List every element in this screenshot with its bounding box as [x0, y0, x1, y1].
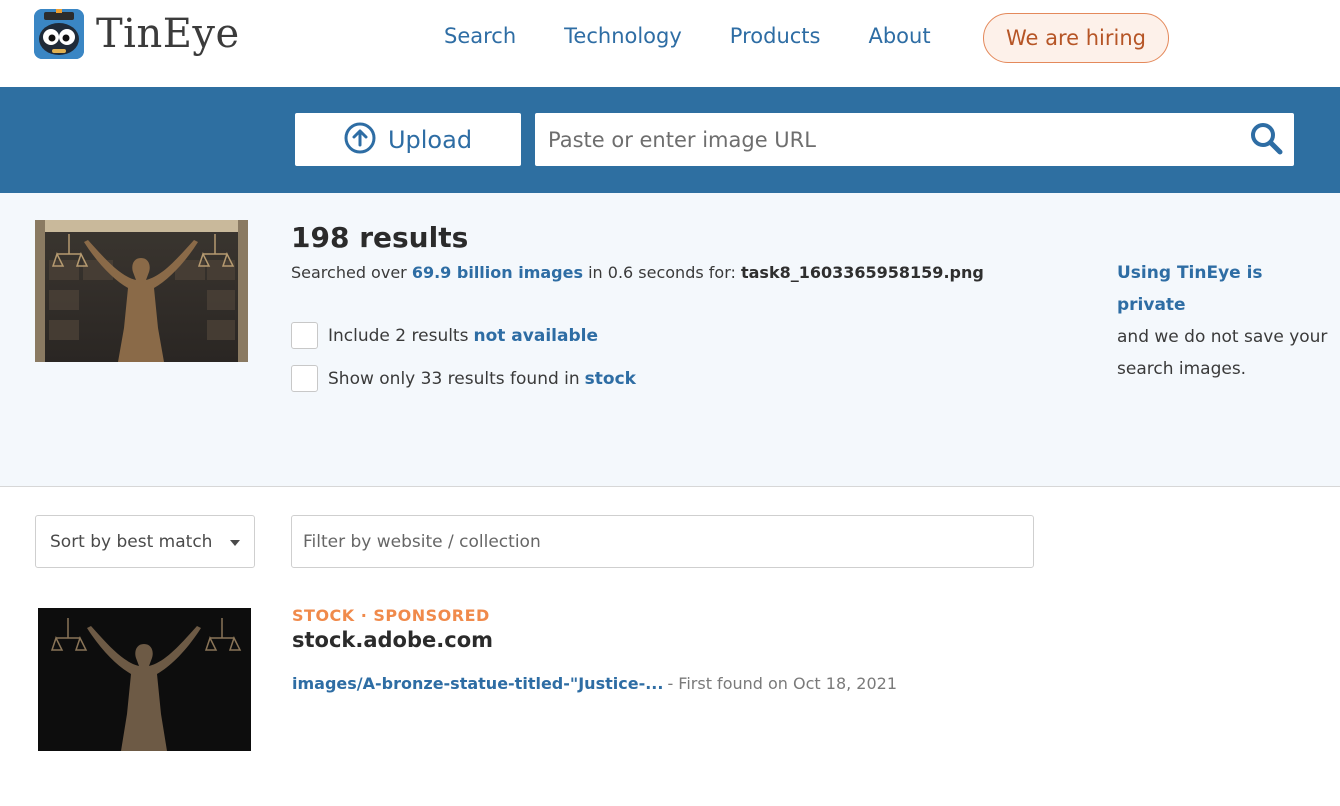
search-bar: Upload [0, 87, 1340, 193]
result-details: images/A-bronze-statue-titled-"Justice-.… [292, 674, 897, 693]
include-unavailable-checkbox[interactable] [291, 322, 318, 349]
results-count: 198 results [291, 221, 469, 254]
searched-prefix: Searched over [291, 263, 412, 282]
url-box [535, 113, 1294, 166]
upload-arrow-icon [344, 122, 376, 158]
privacy-note: Using TinEye is private and we do not sa… [1117, 257, 1332, 385]
chevron-down-icon [230, 540, 240, 546]
stock-link[interactable]: stock [585, 369, 636, 389]
nav-technology[interactable]: Technology [564, 24, 682, 48]
brand-name: TinEye [96, 11, 240, 57]
result-image-link[interactable]: images/A-bronze-statue-titled-"Justice-.… [292, 674, 663, 693]
results-summary: 198 results Searched over 69.9 billion i… [0, 193, 1340, 487]
upload-label: Upload [387, 125, 473, 154]
include-unavailable-row: Include 2 results not available [291, 322, 598, 349]
result-first-found: - First found on Oct 18, 2021 [667, 674, 898, 693]
query-image [35, 220, 248, 362]
stock-only-label: Show only 33 results found in [328, 368, 580, 389]
nav-products[interactable]: Products [730, 24, 821, 48]
filter-website-input[interactable] [292, 516, 1033, 567]
image-url-input[interactable] [535, 113, 1235, 166]
result-tags: STOCK · SPONSORED [292, 606, 490, 625]
hiring-button[interactable]: We are hiring [983, 13, 1169, 63]
stock-only-checkbox[interactable] [291, 365, 318, 392]
stock-only-row: Show only 33 results found in stock [291, 365, 636, 392]
privacy-text: and we do not save your search images. [1117, 327, 1328, 379]
main-nav: Search Technology Products About [444, 24, 979, 48]
result-domain[interactable]: stock.adobe.com [292, 628, 493, 652]
search-button[interactable] [1246, 121, 1286, 159]
filter-box [291, 515, 1034, 568]
site-header: TinEye Search Technology Products About … [0, 0, 1340, 87]
sort-label: Sort by best match [50, 531, 213, 552]
searched-mid: in 0.6 seconds for: [583, 263, 741, 282]
search-icon [1249, 121, 1283, 159]
logo[interactable]: TinEye [34, 9, 240, 59]
sort-dropdown[interactable]: Sort by best match [35, 515, 255, 568]
not-available-link[interactable]: not available [473, 326, 598, 346]
searched-info: Searched over 69.9 billion images in 0.6… [291, 263, 984, 282]
nav-about[interactable]: About [868, 24, 930, 48]
tineye-robot-logo-icon [34, 9, 84, 59]
result-thumbnail[interactable] [38, 608, 251, 751]
nav-search[interactable]: Search [444, 24, 516, 48]
upload-button[interactable]: Upload [295, 113, 521, 166]
search-filename: task8_1603365958159.png [740, 263, 984, 282]
billion-images-link[interactable]: 69.9 billion images [412, 263, 583, 282]
include-unavailable-label: Include 2 results [328, 325, 469, 346]
privacy-link[interactable]: Using TinEye is private [1117, 263, 1263, 315]
